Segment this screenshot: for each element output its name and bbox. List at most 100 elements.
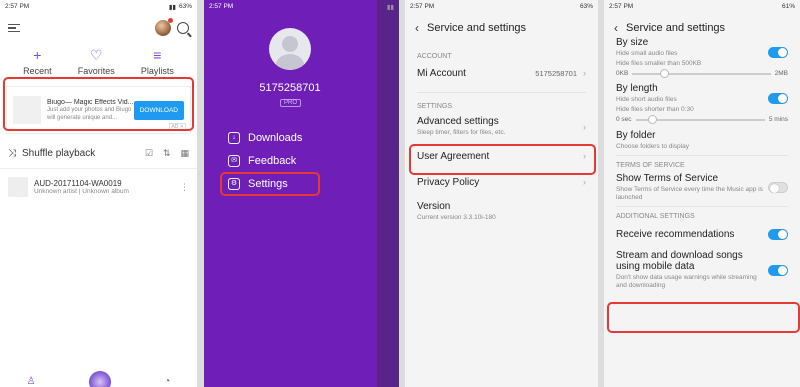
signal-icon: ▮▮ [168,3,176,11]
page-title: Service and settings [626,22,726,34]
status-time: 2:57 PM [209,3,234,10]
section-header: ACCOUNT [417,53,452,60]
receive-recommendations-row[interactable]: Receive recommendations [604,220,800,246]
grid-icon[interactable]: ▦ [180,148,189,159]
show-tos-toggle[interactable] [768,182,788,193]
list-item[interactable]: AUD-20171104-WA0019 Unknown artist | Unk… [0,173,197,201]
row-subtitle: Show Terms of Service every time the Mus… [616,186,763,201]
shuffle-row[interactable]: ⤨ Shuffle playback ☑ ⇅ ▦ [0,142,197,164]
chevron-right-icon: › [583,68,586,78]
row-title: By length [616,83,658,94]
row-subtitle-2: Hide files smaller than 500KB [616,60,702,67]
divider [0,168,197,169]
user-id: 5175258701 [259,82,321,94]
avatar[interactable] [155,18,173,36]
playlist-icon: ≡ [153,47,162,63]
tab-label: Playlists [140,66,174,76]
drawer-scrim[interactable] [377,0,399,387]
by-size-row[interactable]: By size Hide small audio files Hide file… [604,37,800,68]
status-bar: 2:57 PM ▮▮ 63% [0,0,197,13]
select-icon[interactable]: ☑ [145,148,153,159]
music-home-screen: 2:57 PM ▮▮ 63% + Recent ♡ Favorites ≡ Pl… [0,0,197,387]
length-slider[interactable]: 0 sec 5 mins [604,114,800,127]
advanced-settings-row[interactable]: Advanced settings Sleep timer, filters f… [405,110,598,143]
status-bar: 2:57 PM ▮▮ [204,0,399,13]
recent-icon: + [33,47,42,63]
row-title: Show Terms of Service [616,173,719,184]
row-subtitle: Choose folders to display [616,142,689,150]
side-drawer: 2:57 PM ▮▮ 5175258701 PRO ↓ Downloads ✉ … [204,0,399,387]
shuffle-label: Shuffle playback [22,147,96,159]
album-art [8,177,28,197]
highlight-box-settings [220,172,320,196]
more-icon[interactable]: ⋮ [180,182,189,193]
back-icon[interactable]: ‹ [415,21,419,35]
sort-icon[interactable]: ⇅ [163,148,171,159]
highlight-box-ad [3,77,194,131]
feedback-icon: ✉ [228,154,240,167]
by-length-toggle[interactable] [768,93,788,104]
mi-account-row[interactable]: Mi Account 5175258701 › [405,60,598,86]
row-title: Mi Account [417,67,466,79]
advanced-settings-screen: 2:57 PM 61% ‹ Service and settings By si… [604,0,800,387]
tab-favorites[interactable]: ♡ Favorites [78,47,115,76]
playback-icon[interactable]: ◔ [164,376,170,387]
menu-icon[interactable] [8,23,20,33]
now-playing-disc[interactable] [88,371,111,387]
tab-recent[interactable]: + Recent [23,47,52,76]
divider [616,155,788,156]
profile-avatar[interactable] [269,28,311,70]
header: ‹ Service and settings [405,13,598,43]
back-icon[interactable]: ‹ [614,21,618,35]
page-title: Service and settings [427,22,527,34]
top-bar [0,13,197,43]
row-subtitle: Don't show data usage warnings while str… [616,274,757,289]
drawer-item-downloads[interactable]: ↓ Downloads [228,130,302,145]
account-value: 5175258701 [535,68,577,78]
row-subtitle: Sleep timer, filters for files, etc. [417,129,506,136]
slider-max: 5 mins [768,116,788,123]
service-settings-screen: 2:57 PM 63% ‹ Service and settings ACCOU… [405,0,598,387]
row-subtitle-2: Hide files shorter than 0:30 [616,106,694,113]
row-subtitle: Current version 3.3.10i-180 [417,214,496,221]
slider-max: 2MB [774,70,788,77]
stream-toggle[interactable] [768,264,788,276]
row-title: By folder [616,129,656,141]
row-subtitle: Hide short audio files [616,96,677,103]
drawer-item-feedback[interactable]: ✉ Feedback [228,153,302,168]
chevron-right-icon: › [583,121,586,132]
row-title: Privacy Policy [417,176,480,188]
version-row: Version Current version 3.3.10i-180 [405,195,598,228]
slider-handle[interactable] [648,114,658,124]
row-subtitle: Hide small audio files [616,50,678,57]
status-time: 2:57 PM [609,3,634,10]
tab-label: Favorites [77,66,115,76]
pro-badge: PRO [280,99,302,107]
download-icon: ↓ [228,131,240,144]
search-icon[interactable] [177,22,189,34]
by-folder-row[interactable]: By folder Choose folders to display [604,127,800,153]
section-header: TERMS OF SERVICE [616,162,685,169]
profile-icon[interactable]: ♙ [27,376,36,387]
slider-handle[interactable] [659,68,669,78]
chevron-right-icon: › [583,177,586,187]
divider [417,92,586,93]
row-title: Advanced settings [417,116,499,127]
shuffle-icon: ⤨ [8,147,16,159]
by-size-toggle[interactable] [768,47,788,58]
battery-level: 61% [781,3,795,10]
drawer-item-label: Downloads [248,131,303,144]
size-slider[interactable]: 0KB 2MB [604,68,800,81]
section-header: ADDITIONAL SETTINGS [616,213,695,220]
highlight-box-recommendations [607,302,800,333]
divider [616,206,788,207]
bottom-nav: ♙ ◔ [0,371,197,387]
tab-playlists[interactable]: ≡ Playlists [141,47,174,76]
show-tos-row[interactable]: Show Terms of Service Show Terms of Serv… [604,169,800,204]
stream-mobile-data-row[interactable]: Stream and download songs using mobile d… [604,246,800,296]
battery-level: 63% [178,3,192,10]
receive-recommendations-toggle[interactable] [768,228,788,240]
by-length-row[interactable]: By length Hide short audio files Hide fi… [604,81,800,114]
row-title: By size [616,37,649,48]
tab-label: Recent [23,66,52,76]
